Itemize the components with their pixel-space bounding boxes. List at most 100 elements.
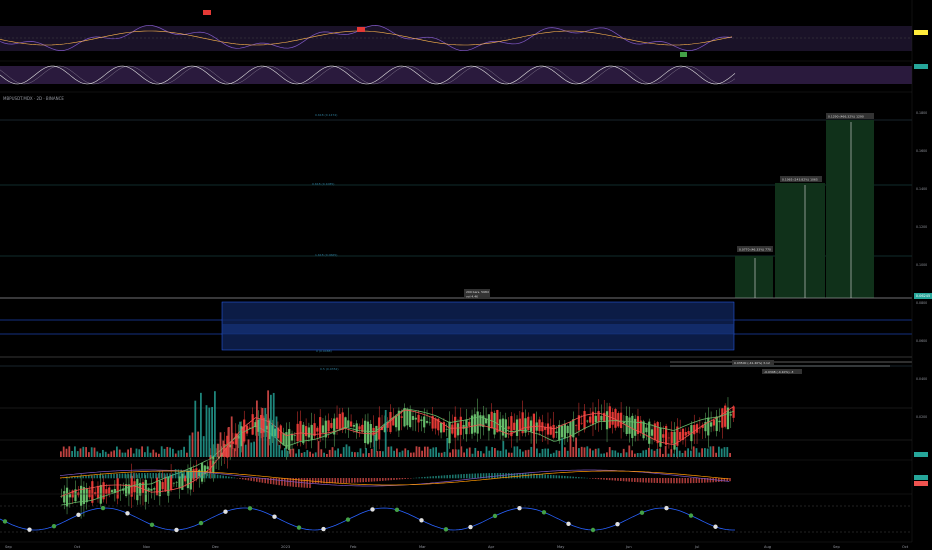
candle <box>420 419 423 422</box>
sell-marker <box>27 527 32 532</box>
candle <box>518 418 521 431</box>
volume-bar <box>443 451 446 457</box>
macd-bar <box>368 478 370 482</box>
macd-bar <box>202 472 205 479</box>
macd-bar <box>692 478 695 484</box>
candle <box>667 437 671 439</box>
volume-bar <box>118 449 121 457</box>
sell-marker <box>125 511 130 516</box>
macd-bar <box>622 478 625 482</box>
macd-bar <box>466 473 468 479</box>
macd-bar <box>676 478 678 484</box>
candle <box>656 422 659 444</box>
volume-bar <box>270 394 272 457</box>
macd-bar <box>407 478 409 479</box>
target-zone-2 <box>775 183 825 298</box>
volume-bar <box>158 453 160 457</box>
macd-bar <box>155 473 157 479</box>
candle <box>321 425 325 433</box>
macd-bar <box>244 478 247 480</box>
candle <box>631 415 634 439</box>
macd-bar <box>628 478 630 482</box>
volume-bar <box>144 452 146 457</box>
macd-bar <box>99 474 101 479</box>
time-axis-label: Mar <box>419 545 426 549</box>
volume-bar <box>214 391 216 457</box>
macd-bar <box>569 476 572 479</box>
macd-bar <box>342 478 345 484</box>
volume-bar <box>426 446 429 457</box>
macd-bar <box>449 474 451 479</box>
volume-bar <box>216 443 219 457</box>
candle <box>493 413 496 435</box>
rsi-buy-signal <box>680 52 687 57</box>
candle <box>529 420 533 432</box>
macd-bar <box>698 478 700 483</box>
stop-label-2: -0.0348 (-4.10%) -3 <box>764 370 794 374</box>
macd-bar <box>85 475 87 479</box>
buy-marker <box>345 517 351 522</box>
macd-bar <box>219 475 222 479</box>
candle <box>319 417 322 438</box>
volume-bar <box>382 451 384 457</box>
macd-bar <box>620 478 622 482</box>
sell-marker <box>76 512 81 518</box>
volume-bar <box>376 451 379 457</box>
volume-bar <box>698 452 701 457</box>
candle <box>279 425 282 444</box>
sell-marker <box>468 524 473 530</box>
candle <box>687 431 690 435</box>
price-axis[interactable]: 0.1800 0.1600 0.1400 0.1200 0.1000 0.0800 0.06… <box>911 0 928 542</box>
volume-bar <box>233 448 236 457</box>
volume-bar <box>93 447 96 457</box>
macd-bar <box>79 476 82 479</box>
candle <box>335 417 339 429</box>
volume-bar <box>435 447 437 457</box>
volume-bar <box>701 448 703 457</box>
volume-bar <box>342 447 345 457</box>
sell-marker <box>272 514 277 519</box>
volume-bar <box>463 452 465 457</box>
macd-bar <box>606 478 608 480</box>
candle <box>88 489 91 498</box>
price-axis-label: 0.0200 <box>916 415 927 419</box>
fib-label-1: 0.618 (0.1474) <box>315 113 337 117</box>
candle <box>164 476 167 492</box>
macd-bar <box>572 476 574 479</box>
volume-bar <box>74 446 76 457</box>
rsi-sell-signal <box>357 27 365 32</box>
volume-bar <box>550 453 552 457</box>
candle <box>400 416 403 418</box>
volume-bar <box>286 450 289 457</box>
volume-bar <box>163 448 166 457</box>
volume-bar <box>258 418 261 457</box>
volume-bar <box>107 453 110 457</box>
macd-bar <box>550 474 552 479</box>
macd-bar <box>359 478 362 483</box>
volume-bar <box>113 450 115 457</box>
buy-marker <box>100 505 106 511</box>
volume-bar <box>407 450 409 457</box>
volume-bar <box>132 453 135 457</box>
volume-bar <box>197 431 199 457</box>
chart-canvas[interactable]: 299 bars, 598d vol 4.4K 0.0770 (46.33%) … <box>0 0 932 550</box>
candle <box>645 427 648 433</box>
volume-bar <box>396 448 398 457</box>
macd-bar <box>564 475 566 479</box>
macd-bar <box>132 473 135 479</box>
candle <box>445 429 448 430</box>
volume-bar <box>631 450 633 457</box>
volume-bar <box>555 450 558 457</box>
time-axis[interactable]: Sep Oct Nov Dec 2023 Feb Mar Apr May Jun Jul Aug Sep… <box>0 541 912 549</box>
candle <box>316 427 319 432</box>
volume-bar <box>642 450 645 457</box>
volume-bar <box>90 447 93 457</box>
macd-bar <box>370 478 373 482</box>
macd-bar <box>558 475 560 479</box>
macd-bar <box>250 478 252 481</box>
volume-bar <box>662 453 664 457</box>
macd-bar <box>317 478 320 484</box>
candle <box>574 425 578 426</box>
target-zone-3 <box>826 120 874 298</box>
volume-bar <box>454 449 457 457</box>
